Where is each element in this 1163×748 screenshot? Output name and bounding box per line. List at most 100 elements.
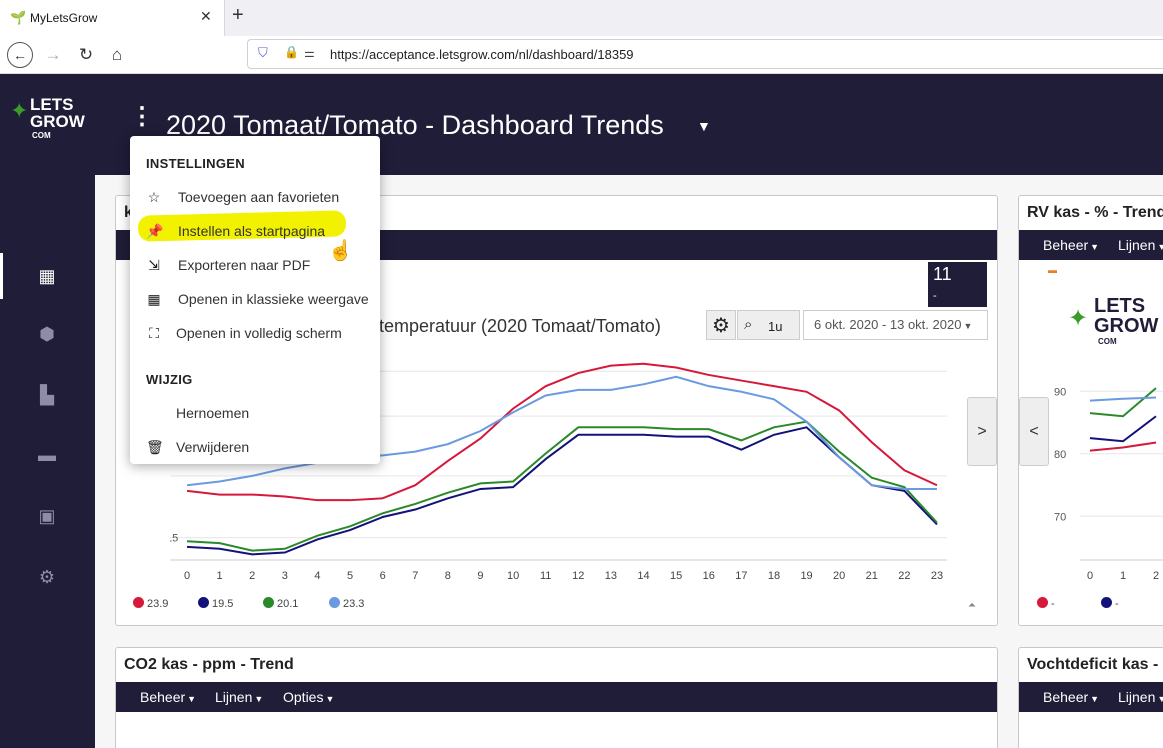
- x-tick-label: 2: [1153, 570, 1159, 582]
- greenhouse-folder-icon[interactable]: ▙: [36, 384, 58, 406]
- modules-icon[interactable]: ⬢: [36, 323, 58, 345]
- back-button[interactable]: ←: [7, 42, 33, 68]
- export-icon: ⇲: [148, 257, 160, 273]
- browser-tab[interactable]: 🌱 MyLetsGrow ✕: [0, 0, 225, 36]
- active-nav-indicator: [0, 253, 3, 299]
- lock-icon[interactable]: 🔒: [284, 45, 299, 59]
- menu-item-classic-view[interactable]: ▦ Openen in klassieke weergave: [130, 283, 380, 315]
- caret-down-icon: ▼: [1090, 242, 1100, 252]
- x-tick-label: 18: [768, 570, 780, 582]
- menu-beheer[interactable]: Beheer ▼: [1043, 237, 1099, 253]
- x-tick-label: 11: [540, 570, 551, 582]
- x-tick-label: 0: [184, 570, 190, 582]
- x-tick-label: 7: [412, 570, 418, 582]
- close-tab-icon[interactable]: ✕: [200, 8, 212, 25]
- menu-item-favorites[interactable]: ☆ Toevoegen aan favorieten: [130, 181, 380, 213]
- logo-text-com: COM: [1098, 337, 1117, 346]
- menu-item-label: Toevoegen aan favorieten: [178, 189, 340, 205]
- x-tick-label: 17: [735, 570, 747, 582]
- home-button[interactable]: ⌂: [104, 42, 130, 68]
- caret-down-icon: ▼: [1090, 694, 1100, 704]
- legend-dot: [133, 597, 144, 608]
- url-text[interactable]: https://acceptance.letsgrow.com/nl/dashb…: [330, 47, 634, 62]
- app-sidebar: [0, 74, 95, 748]
- legend-item[interactable]: -: [1037, 597, 1055, 610]
- sprout-icon: ✦: [1068, 305, 1089, 332]
- panel-toolbar: Beheer ▼ Lijnen ▼ Opties ▼: [116, 682, 997, 712]
- shield-icon[interactable]: ⛉: [258, 45, 268, 61]
- dashboard-icon: ▦: [147, 291, 161, 307]
- legend-dot: [198, 597, 209, 608]
- legend-item[interactable]: -: [1101, 597, 1119, 610]
- menu-beheer[interactable]: Beheer ▼: [140, 689, 196, 705]
- dashboard-settings-menu: INSTELLINGEN ☆ Toevoegen aan favorieten …: [130, 136, 380, 464]
- menu-lijnen[interactable]: Lijnen▼: [1118, 237, 1163, 253]
- menu-item-delete[interactable]: 🗑 Verwijderen: [130, 431, 380, 463]
- legend-dot: [263, 597, 274, 608]
- prev-chart-button[interactable]: <: [1019, 397, 1049, 466]
- collapse-icon[interactable]: ⏶: [968, 600, 976, 611]
- hour-tooltip: 11 -: [928, 262, 987, 307]
- menu-label: Opties: [283, 689, 324, 705]
- x-tick-label: 16: [703, 570, 715, 582]
- legend-item[interactable]: 20.1: [263, 597, 298, 610]
- address-bar[interactable]: ⛉ 🔒 ⚌ https://acceptance.letsgrow.com/nl…: [247, 39, 1163, 69]
- next-chart-button[interactable]: >: [967, 397, 997, 466]
- legend-label: 20.1: [277, 598, 299, 610]
- forward-button[interactable]: →: [40, 42, 66, 68]
- x-tick-label: 10: [507, 570, 519, 582]
- legend-item[interactable]: 23.9: [133, 597, 168, 610]
- chevron-down-icon[interactable]: ▼: [697, 118, 711, 134]
- menu-item-label: Openen in klassieke weergave: [178, 291, 369, 307]
- x-tick-label: 4: [314, 570, 320, 582]
- legend-item[interactable]: 19.5: [198, 597, 233, 610]
- letsgrow-logo[interactable]: ✦ LETS GROW COM: [8, 96, 92, 146]
- reload-button[interactable]: ↻: [73, 42, 99, 68]
- panel-toolbar: Beheer▼ Lijnen▼: [1019, 230, 1163, 260]
- menu-beheer[interactable]: Beheer ▼: [1043, 689, 1099, 705]
- series-line: [1089, 415, 1157, 443]
- menu-opties[interactable]: Opties ▼: [283, 689, 334, 705]
- folder-icon[interactable]: ▬: [36, 444, 58, 466]
- menu-label: Beheer: [140, 689, 186, 705]
- y-tick-label: 15: [170, 533, 178, 545]
- x-tick-label: 19: [800, 570, 812, 582]
- date-range-select[interactable]: 6 okt. 2020 - 13 okt. 2020 ▼: [803, 310, 988, 340]
- menu-label: Lijnen: [1118, 689, 1156, 705]
- legend-item[interactable]: 23.3: [329, 597, 364, 610]
- legend-dot: [1037, 597, 1048, 608]
- image-icon[interactable]: ▣: [36, 505, 58, 527]
- menu-lijnen[interactable]: Lijnen▼: [215, 689, 263, 705]
- menu-lijnen[interactable]: Lijnen▼: [1118, 689, 1163, 705]
- legend-label: 23.3: [343, 598, 365, 610]
- series-line: [1089, 396, 1157, 402]
- legend-label: 23.9: [147, 598, 169, 610]
- y-tick-label: 80: [1054, 449, 1066, 461]
- dashboard-icon[interactable]: ▦: [36, 265, 58, 287]
- legend-label: -: [1051, 598, 1055, 610]
- x-tick-label: 8: [445, 570, 451, 582]
- menu-item-rename[interactable]: Hernoemen: [130, 397, 380, 429]
- x-tick-label: 21: [866, 570, 878, 582]
- y-tick-label: 70: [1054, 511, 1066, 523]
- caret-down-icon: ▼: [187, 694, 197, 704]
- new-tab-button[interactable]: +: [232, 4, 244, 27]
- gear-icon: ⚙: [712, 314, 730, 337]
- panel-vochtdeficit: Vochtdeficit kas - g Beheer▼ Lijnen▼: [1018, 647, 1163, 748]
- menu-label: Beheer: [1043, 689, 1089, 705]
- alarm-settings-icon[interactable]: ⚙: [36, 566, 58, 588]
- chevron-left-icon: <: [1029, 422, 1039, 440]
- legend-dot: [329, 597, 340, 608]
- fullscreen-icon: ⛶: [149, 325, 159, 341]
- zoom-chart-icon: ⌕: [744, 316, 753, 333]
- dashboard-menu-icon[interactable]: ⋮: [130, 105, 154, 129]
- panel-title: Vochtdeficit kas - g: [1027, 656, 1163, 673]
- x-tick-label: 0: [1087, 570, 1093, 582]
- chart-settings-button[interactable]: ⚙: [706, 310, 736, 340]
- caret-down-icon: ▼: [254, 694, 264, 704]
- zoom-button[interactable]: ⌕ 1u: [737, 310, 800, 340]
- permissions-icon[interactable]: ⚌: [304, 46, 315, 60]
- menu-item-fullscreen[interactable]: ⛶ Openen in volledig scherm: [130, 317, 380, 349]
- panel-title: CO2 kas - ppm - Trend: [124, 656, 294, 673]
- panel-co2: CO2 kas - ppm - Trend Beheer ▼ Lijnen ▼ Op…: [115, 647, 998, 748]
